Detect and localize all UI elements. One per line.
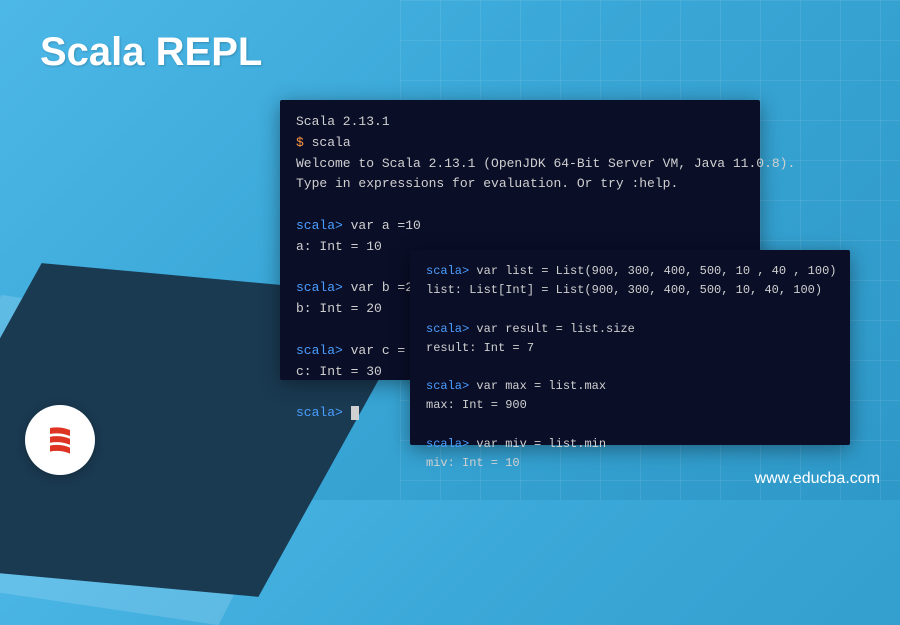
repl-input-1: scala> var a =10 <box>296 216 744 237</box>
input-text: var max = list.max <box>476 379 606 393</box>
input-text: var list = List(900, 300, 400, 500, 10 ,… <box>476 264 836 278</box>
scala-prompt: scala> <box>296 405 351 420</box>
terminal-window-2: scala> var list = List(900, 300, 400, 50… <box>410 250 850 445</box>
input-text: var miv = list.min <box>476 437 606 451</box>
scala-prompt: scala> <box>296 218 351 233</box>
repl-input-1: scala> var list = List(900, 300, 400, 50… <box>426 262 834 281</box>
repl-output-2: result: Int = 7 <box>426 339 834 358</box>
command-text: scala <box>312 135 351 150</box>
blank-line <box>426 358 834 377</box>
command-line: $ scala <box>296 133 744 154</box>
input-text: var result = list.size <box>476 322 634 336</box>
welcome-line-2: Type in expressions for evaluation. Or t… <box>296 174 744 195</box>
scala-prompt: scala> <box>426 264 476 278</box>
repl-output-1: list: List[Int] = List(900, 300, 400, 50… <box>426 281 834 300</box>
scala-prompt: scala> <box>426 437 476 451</box>
blank-line <box>426 300 834 319</box>
scala-logo-icon <box>25 405 95 475</box>
website-link[interactable]: www.educba.com <box>755 470 880 488</box>
repl-output-3: max: Int = 900 <box>426 396 834 415</box>
repl-input-2: scala> var result = list.size <box>426 320 834 339</box>
scala-prompt: scala> <box>296 280 351 295</box>
repl-input-4: scala> var miv = list.min <box>426 435 834 454</box>
scala-prompt: scala> <box>426 379 476 393</box>
shell-prompt: $ <box>296 135 312 150</box>
input-text: var a =10 <box>351 218 421 233</box>
blank-line <box>426 416 834 435</box>
scala-prompt: scala> <box>296 343 351 358</box>
scala-prompt: scala> <box>426 322 476 336</box>
welcome-line-1: Welcome to Scala 2.13.1 (OpenJDK 64-Bit … <box>296 154 744 175</box>
version-line: Scala 2.13.1 <box>296 112 744 133</box>
blank-line <box>296 195 744 216</box>
page-title: Scala REPL <box>40 30 262 75</box>
repl-input-3: scala> var max = list.max <box>426 377 834 396</box>
cursor-icon <box>351 406 359 420</box>
